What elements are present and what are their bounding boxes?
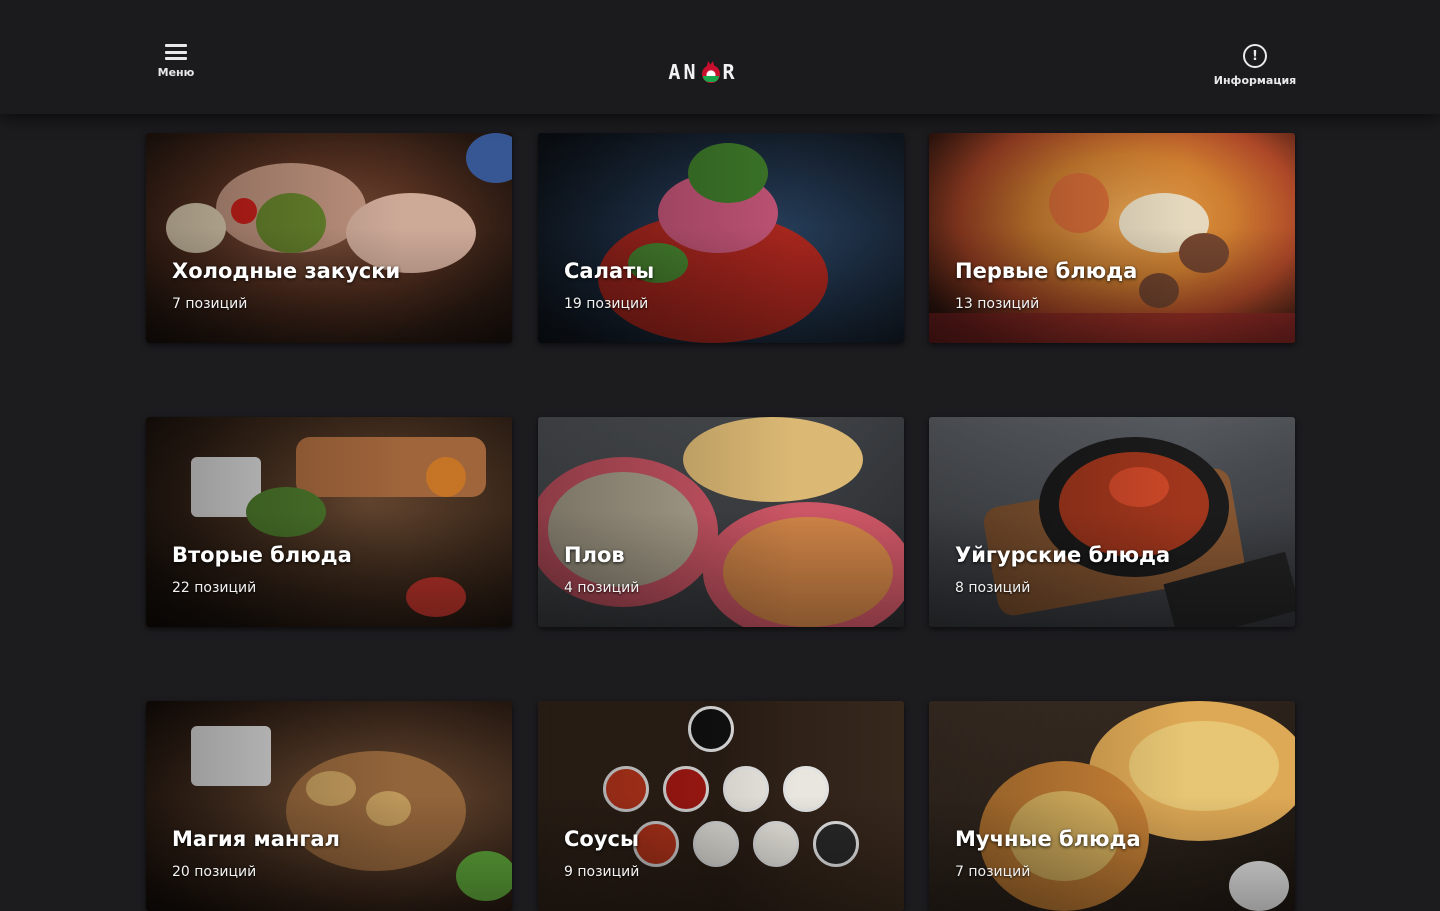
category-count: 7 позиций xyxy=(955,864,1031,880)
category-title: Магия мангал xyxy=(172,827,340,851)
category-title: Плов xyxy=(564,543,625,567)
logo-text-left: AN xyxy=(668,60,699,84)
category-card-first-courses[interactable]: Первые блюда 13 позиций xyxy=(929,133,1295,343)
info-button[interactable]: ! Информация xyxy=(1205,44,1305,94)
info-label: Информация xyxy=(1213,74,1297,87)
category-card-plov[interactable]: Плов 4 позиций xyxy=(538,417,904,627)
category-title: Уйгурские блюда xyxy=(955,543,1171,567)
category-card-mangal[interactable]: Магия мангал 20 позиций xyxy=(146,701,512,911)
category-count: 9 позиций xyxy=(564,864,640,880)
category-card-flour-dishes[interactable]: Мучные блюда 7 позиций xyxy=(929,701,1295,911)
category-title: Соусы xyxy=(564,827,639,851)
category-count: 19 позиций xyxy=(564,296,649,312)
anor-logo[interactable]: AN R xyxy=(658,52,748,92)
logo-text-right: R xyxy=(722,60,738,84)
menu-button[interactable]: Меню xyxy=(150,44,202,92)
category-title: Холодные закуски xyxy=(172,259,401,283)
category-title: Мучные блюда xyxy=(955,827,1141,851)
category-card-sauces[interactable]: Соусы 9 позиций xyxy=(538,701,904,911)
category-card-main-courses[interactable]: Вторые блюда 22 позиций xyxy=(146,417,512,627)
category-title: Первые блюда xyxy=(955,259,1138,283)
category-count: 20 позиций xyxy=(172,864,257,880)
category-card-salads[interactable]: Салаты 19 позиций xyxy=(538,133,904,343)
category-title: Салаты xyxy=(564,259,655,283)
menu-label: Меню xyxy=(157,66,195,79)
category-card-uyghur[interactable]: Уйгурские блюда 8 позиций xyxy=(929,417,1295,627)
top-bar: Меню AN R ! Информация xyxy=(0,0,1440,114)
hamburger-icon xyxy=(165,44,187,60)
category-count: 22 позиций xyxy=(172,580,257,596)
category-card-cold-appetizers[interactable]: Холодные закуски 7 позиций xyxy=(146,133,512,343)
info-icon: ! xyxy=(1243,44,1267,68)
category-title: Вторые блюда xyxy=(172,543,352,567)
pomegranate-icon xyxy=(701,61,721,83)
category-count: 7 позиций xyxy=(172,296,248,312)
category-count: 8 позиций xyxy=(955,580,1031,596)
category-count: 4 позиций xyxy=(564,580,640,596)
category-count: 13 позиций xyxy=(955,296,1040,312)
